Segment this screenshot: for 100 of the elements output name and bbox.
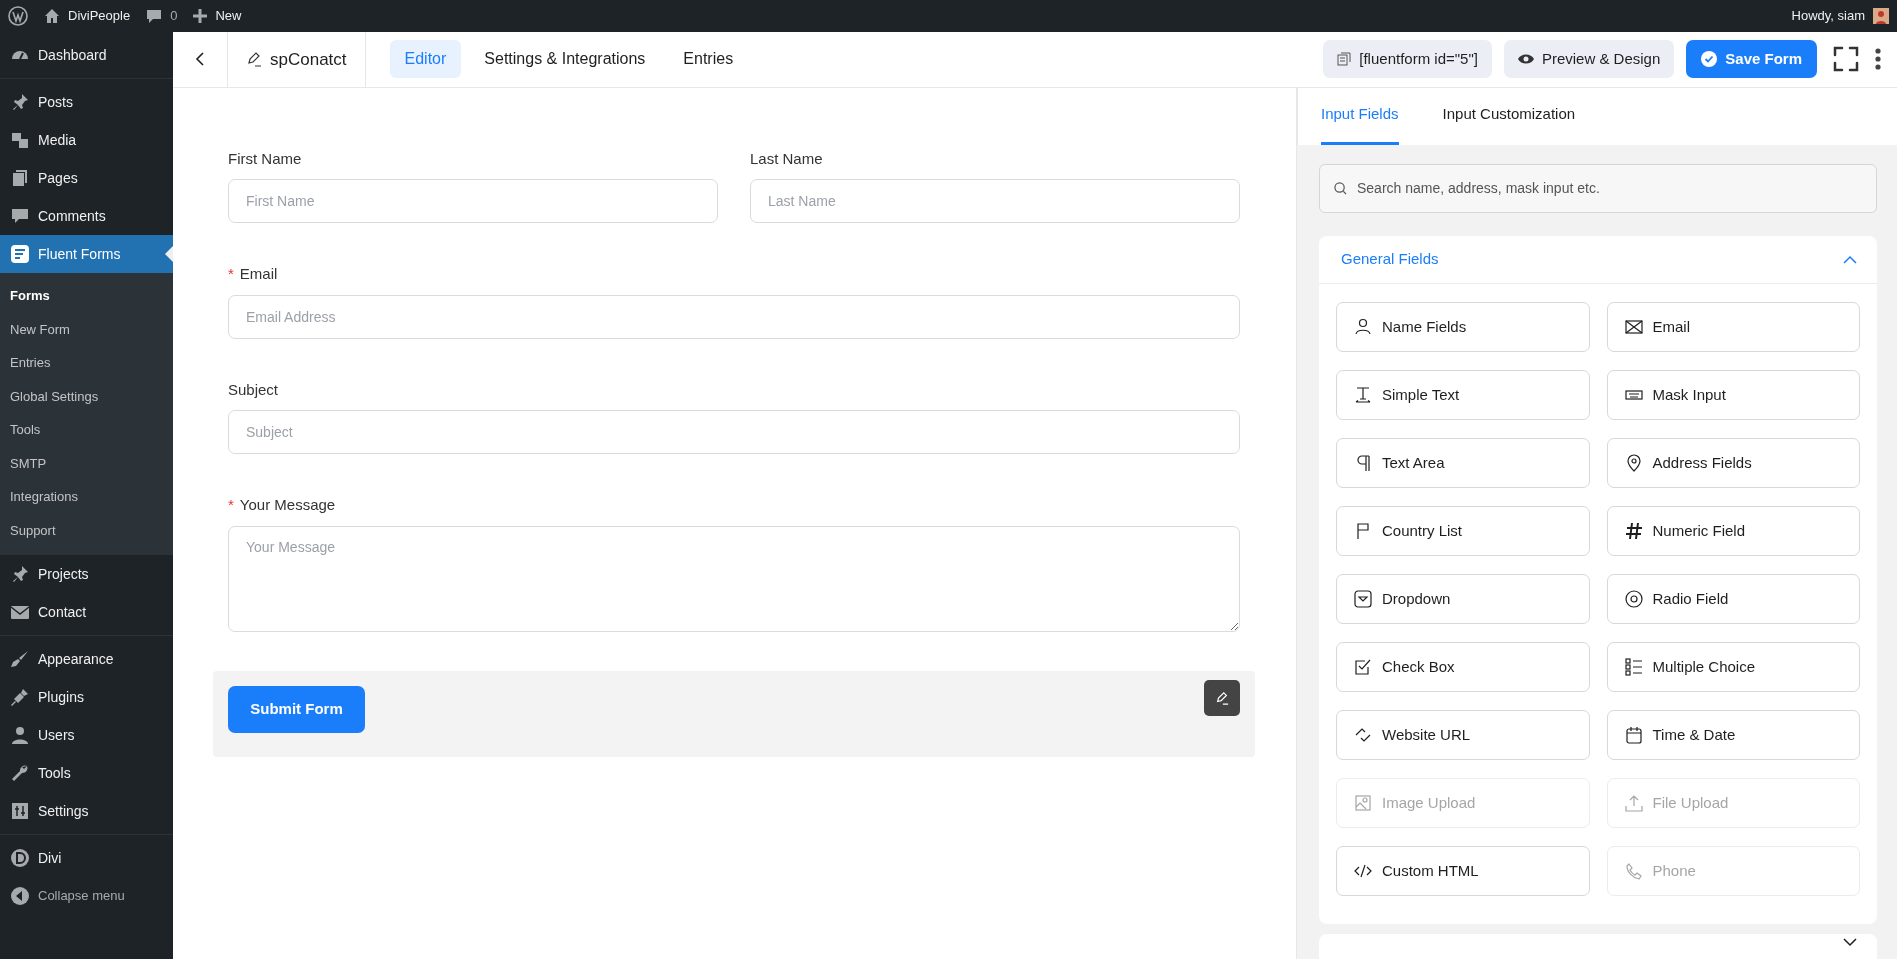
speech-bubble-icon bbox=[10, 206, 30, 226]
sidebar-item[interactable]: Contact bbox=[0, 593, 173, 631]
field-type-button[interactable]: Radio Field bbox=[1606, 573, 1860, 624]
field-type-button[interactable]: Text Area bbox=[1336, 437, 1590, 488]
panel-tab[interactable]: Input Fields bbox=[1321, 103, 1399, 145]
sidebar-item[interactable]: Posts bbox=[0, 83, 173, 121]
sidebar-item[interactable]: Fluent Forms bbox=[0, 235, 173, 273]
sidebar-item[interactable]: Appearance bbox=[0, 640, 173, 678]
field-type-button[interactable]: Name Fields bbox=[1336, 301, 1590, 352]
home-icon[interactable] bbox=[44, 8, 60, 24]
form-lines-icon bbox=[10, 244, 30, 264]
message-textarea[interactable]: Your Message bbox=[228, 525, 1240, 632]
image-icon bbox=[1354, 793, 1372, 812]
field-label: * Your Message bbox=[228, 495, 337, 516]
submenu-item[interactable]: Tools bbox=[0, 413, 173, 447]
input-field[interactable]: Subject bbox=[228, 410, 1240, 455]
input-field[interactable]: First Name bbox=[228, 179, 718, 224]
submit-form-button[interactable]: Submit Form bbox=[228, 685, 365, 733]
sidebar-item[interactable]: Comments bbox=[0, 197, 173, 235]
field-type-button[interactable]: Multiple Choice bbox=[1606, 641, 1860, 692]
plus-icon[interactable] bbox=[193, 9, 208, 23]
new-link[interactable]: New bbox=[215, 6, 242, 26]
chevron-down-icon[interactable] bbox=[1843, 937, 1857, 947]
envelope-icon bbox=[1624, 317, 1643, 336]
sidebar-item[interactable]: Pages bbox=[0, 159, 173, 197]
back-icon[interactable] bbox=[195, 52, 205, 67]
sidebar-item[interactable]: Projects bbox=[0, 555, 173, 593]
field-label: Subject bbox=[228, 379, 280, 400]
field-type-button[interactable]: Check Box bbox=[1336, 641, 1590, 692]
avatar-icon[interactable] bbox=[1873, 8, 1889, 24]
field-type-button[interactable]: Numeric Field bbox=[1606, 505, 1860, 556]
field-type-button[interactable]: Address Fields bbox=[1606, 437, 1860, 488]
wordpress-logo-icon[interactable] bbox=[8, 6, 28, 26]
sidebar-item[interactable]: Media bbox=[0, 121, 173, 159]
calendar-icon bbox=[1624, 725, 1643, 744]
plug-icon bbox=[10, 687, 30, 707]
field-type-button[interactable]: Simple Text bbox=[1336, 369, 1590, 420]
input-field[interactable]: Email Address bbox=[228, 294, 1240, 339]
editor-tab[interactable]: Settings & Integrations bbox=[469, 40, 661, 79]
submenu-item[interactable]: SMTP bbox=[0, 446, 173, 480]
list-icon bbox=[1624, 657, 1643, 676]
radio-circle-icon bbox=[1624, 589, 1643, 608]
sidebar-item[interactable]: Plugins bbox=[0, 678, 173, 716]
field-type-button[interactable]: Country List bbox=[1336, 505, 1590, 556]
submenu-item[interactable]: Entries bbox=[0, 346, 173, 380]
eye-icon bbox=[1517, 53, 1534, 66]
shortcode-button[interactable]: [fluentform id="5"] bbox=[1323, 40, 1492, 79]
submenu-item[interactable]: Support bbox=[0, 513, 173, 547]
required-asterisk: * bbox=[228, 496, 234, 514]
field-type-button[interactable]: Custom HTML bbox=[1336, 845, 1590, 896]
submenu-item[interactable]: Forms bbox=[0, 279, 173, 313]
search-icon bbox=[1334, 181, 1347, 195]
search-field[interactable]: Search name, address, mask input etc. bbox=[1355, 176, 1862, 200]
field-type-button[interactable]: Website URL bbox=[1336, 709, 1590, 760]
person-icon bbox=[1354, 317, 1372, 336]
sidebar-item[interactable]: Tools bbox=[0, 754, 173, 792]
form-name[interactable]: spConatct bbox=[270, 46, 347, 73]
field-type-button[interactable]: Mask Input bbox=[1606, 369, 1860, 420]
wrench-icon bbox=[10, 763, 30, 783]
check-circle-icon bbox=[1701, 51, 1718, 68]
hash-icon bbox=[1624, 521, 1643, 540]
sidebar-item[interactable]: Users bbox=[0, 716, 173, 754]
more-options-icon[interactable] bbox=[1875, 48, 1881, 71]
pages-icon bbox=[10, 168, 30, 188]
sidebar-item[interactable]: Collapse menu bbox=[0, 877, 173, 915]
edit-button[interactable] bbox=[1204, 679, 1240, 716]
field-label: * Email bbox=[228, 264, 279, 285]
submenu-item[interactable]: Global Settings bbox=[0, 379, 173, 413]
field-type-button[interactable]: Time & Date bbox=[1606, 709, 1860, 760]
upload-icon bbox=[1624, 793, 1643, 812]
checkbox-icon bbox=[1354, 657, 1372, 676]
pencil-icon[interactable] bbox=[246, 51, 262, 68]
sidebar-item[interactable]: Divi bbox=[0, 839, 173, 877]
sliders-icon bbox=[10, 801, 30, 821]
editor-tab[interactable]: Entries bbox=[668, 40, 749, 79]
comment-count: 0 bbox=[170, 7, 178, 26]
sidebar-item[interactable]: Settings bbox=[0, 792, 173, 830]
chevron-up-icon[interactable] bbox=[1843, 254, 1857, 264]
sidebar-item[interactable]: Dashboard bbox=[0, 36, 173, 74]
media-icon bbox=[10, 130, 30, 150]
fullscreen-icon[interactable] bbox=[1833, 46, 1859, 73]
flag-icon bbox=[1354, 521, 1372, 540]
pencil-icon bbox=[1215, 690, 1229, 705]
greeting-link[interactable]: Howdy, siam bbox=[1791, 6, 1865, 26]
site-name-link[interactable]: DiviPeople bbox=[68, 6, 131, 26]
preview-design-button[interactable]: Preview & Design bbox=[1503, 40, 1675, 79]
letter-d-circle-icon bbox=[10, 848, 30, 868]
comment-icon[interactable] bbox=[146, 8, 163, 24]
panel-tab[interactable]: Input Customization bbox=[1442, 103, 1576, 145]
dropdown-box-icon bbox=[1354, 589, 1372, 608]
submenu-item[interactable]: New Form bbox=[0, 312, 173, 346]
input-field[interactable]: Last Name bbox=[750, 179, 1240, 224]
section-title[interactable]: General Fields bbox=[1341, 248, 1439, 271]
save-form-button[interactable]: Save Form bbox=[1686, 40, 1817, 79]
field-type-button[interactable]: Dropdown bbox=[1336, 573, 1590, 624]
search-bar[interactable]: Search name, address, mask input etc. bbox=[1319, 163, 1877, 213]
submenu-item[interactable]: Integrations bbox=[0, 480, 173, 514]
field-type-button[interactable]: Email bbox=[1606, 301, 1860, 352]
map-pin-icon bbox=[1624, 453, 1643, 472]
paragraph-icon bbox=[1354, 453, 1372, 472]
